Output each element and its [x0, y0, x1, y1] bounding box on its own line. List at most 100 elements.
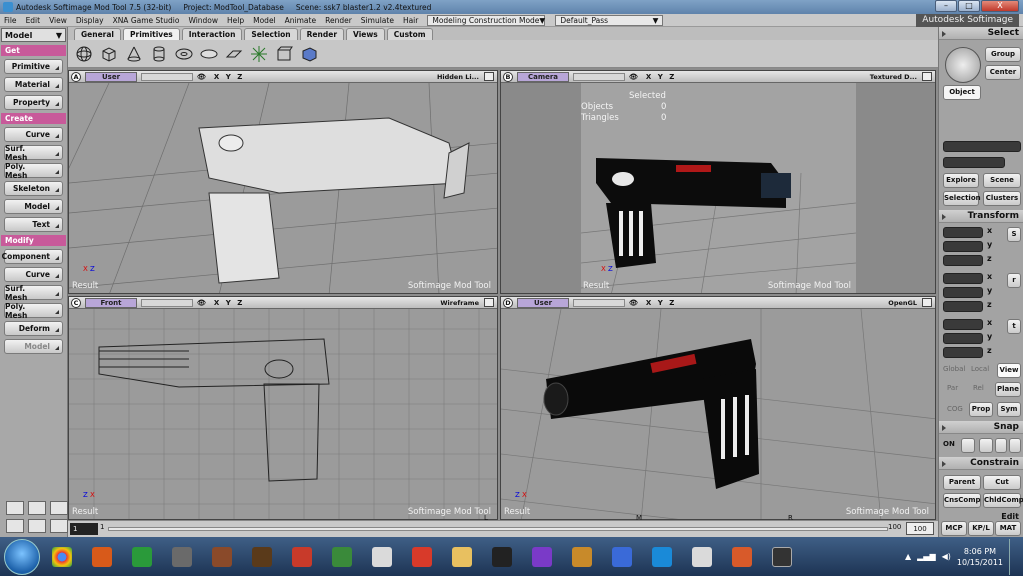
grid-icon[interactable]	[224, 44, 244, 64]
modify-poly-mesh-button[interactable]: Poly. Mesh	[4, 302, 63, 320]
rotate-x-field[interactable]	[943, 273, 983, 284]
app-icon[interactable]	[524, 542, 560, 572]
sym-button[interactable]: Sym	[997, 402, 1021, 417]
parent-button[interactable]: Parent	[943, 475, 981, 490]
volume-icon[interactable]: ◀)	[942, 552, 951, 561]
par-option[interactable]: Par	[947, 384, 958, 392]
mode-selector[interactable]: Model ▼	[1, 28, 66, 42]
start-frame-field[interactable]: 1	[70, 523, 98, 535]
layout-single-icon[interactable]	[6, 501, 24, 515]
menu-file[interactable]: File	[4, 16, 17, 25]
cut-button[interactable]: Cut	[983, 475, 1021, 490]
get-property-button[interactable]: Property	[4, 95, 63, 110]
show-desktop-button[interactable]	[1009, 538, 1019, 575]
axis-buttons[interactable]: X Y Z	[646, 73, 676, 81]
viewport-d-canvas[interactable]: Z X Result Softimage Mod Tool	[501, 308, 935, 519]
close-button[interactable]: X	[981, 0, 1019, 12]
chldcomp-button[interactable]: ChldComp	[983, 493, 1023, 508]
timeline[interactable]: 1 1 100 100 L M R	[68, 514, 938, 537]
cube-icon[interactable]	[99, 44, 119, 64]
app-icon[interactable]	[244, 542, 280, 572]
viewport-b-canvas[interactable]: Selected Objects 0 Triangles 0 X Z Result …	[501, 83, 935, 293]
object-filter-button[interactable]: Object	[943, 85, 981, 100]
translate-z-field[interactable]	[943, 347, 983, 358]
end-frame-field[interactable]: 100	[906, 522, 934, 535]
timeline-track[interactable]	[108, 527, 888, 531]
view-presets[interactable]	[141, 298, 193, 307]
translate-y-field[interactable]	[943, 333, 983, 344]
maximize-viewport-icon[interactable]	[922, 72, 932, 81]
app-icon[interactable]	[324, 542, 360, 572]
viewport-d[interactable]: D User 👁 X Y Z OpenGL Z X Result Softima…	[500, 296, 936, 520]
maximize-viewport-icon[interactable]	[484, 72, 494, 81]
null-icon[interactable]	[249, 44, 269, 64]
snap-header[interactable]: Snap	[939, 421, 1023, 434]
camera-dropdown[interactable]: User	[517, 297, 569, 308]
view-option[interactable]: View	[997, 363, 1021, 378]
app-icon[interactable]	[724, 542, 760, 572]
cnscomp-button[interactable]: CnsComp	[943, 493, 981, 508]
mat-tab[interactable]: MAT	[995, 521, 1021, 536]
construction-mode-dropdown[interactable]: Modeling Construction Mode ▼	[427, 14, 546, 26]
app-icon[interactable]	[284, 542, 320, 572]
eye-icon[interactable]: 👁	[629, 73, 638, 81]
snap-curve-icon[interactable]	[979, 438, 993, 453]
selection-button[interactable]: Selection	[943, 191, 981, 206]
tab-selection[interactable]: Selection	[244, 28, 298, 40]
disc-icon[interactable]	[199, 44, 219, 64]
torus-icon[interactable]	[174, 44, 194, 64]
maximize-button[interactable]: □	[958, 0, 980, 12]
scale-button[interactable]: S	[1007, 227, 1021, 242]
plane-button[interactable]: Plane	[995, 382, 1021, 397]
cone-icon[interactable]	[124, 44, 144, 64]
selection-field[interactable]	[943, 141, 1021, 152]
app-icon[interactable]	[684, 542, 720, 572]
transform-header[interactable]: Transform	[939, 210, 1023, 223]
maximize-viewport-icon[interactable]	[484, 298, 494, 307]
maximize-viewport-icon[interactable]	[922, 298, 932, 307]
create-poly-mesh-button[interactable]: Poly. Mesh	[4, 162, 63, 180]
snap-grid-icon[interactable]	[1009, 438, 1021, 453]
view-presets[interactable]	[573, 72, 625, 81]
menu-window[interactable]: Window	[188, 16, 218, 25]
pass-dropdown[interactable]: Default_Pass ▼	[555, 14, 664, 26]
create-skeleton-button[interactable]: Skeleton	[4, 181, 63, 196]
global-option[interactable]: Global	[943, 365, 965, 373]
display-mode[interactable]: Wireframe	[440, 299, 479, 307]
start-button[interactable]	[4, 538, 40, 575]
eye-icon[interactable]: 👁	[197, 299, 206, 307]
viewport-a-canvas[interactable]: X Z Result Softimage Mod Tool	[69, 82, 497, 293]
app-icon[interactable]	[364, 542, 400, 572]
camera-dropdown[interactable]: User	[85, 71, 137, 82]
chrome-icon[interactable]	[44, 542, 80, 572]
create-text-button[interactable]: Text	[4, 217, 63, 232]
get-primitive-button[interactable]: Primitive	[4, 59, 63, 74]
translate-button[interactable]: t	[1007, 319, 1021, 334]
kpl-tab[interactable]: KP/L	[968, 521, 994, 536]
layout-row-icon[interactable]	[6, 519, 24, 533]
menu-hair[interactable]: Hair	[403, 16, 418, 25]
layout-split-icon[interactable]	[28, 501, 46, 515]
app-icon[interactable]	[124, 542, 160, 572]
app-icon[interactable]	[164, 542, 200, 572]
snap-on-toggle[interactable]: ON	[943, 440, 955, 448]
menu-view[interactable]: View	[49, 16, 67, 25]
menu-xna[interactable]: XNA Game Studio	[113, 16, 180, 25]
app-icon[interactable]	[484, 542, 520, 572]
select-arrow-icon[interactable]	[945, 47, 981, 83]
viewport-c-canvas[interactable]: Z X Result Softimage Mod Tool	[69, 309, 497, 519]
softimage-taskbar-icon[interactable]	[764, 542, 800, 572]
viewport-b[interactable]: B Camera 👁 X Y Z Textured D... Selected …	[500, 70, 936, 294]
menu-help[interactable]: Help	[227, 16, 244, 25]
tab-render[interactable]: Render	[299, 28, 345, 40]
display-mode[interactable]: Textured D...	[870, 73, 917, 81]
minimize-button[interactable]: –	[935, 0, 957, 12]
tray-arrow-icon[interactable]: ▲	[905, 552, 911, 561]
menu-edit[interactable]: Edit	[26, 16, 41, 25]
view-presets[interactable]	[573, 298, 625, 307]
camera-dropdown[interactable]: Front	[85, 297, 137, 308]
menu-render[interactable]: Render	[325, 16, 352, 25]
eye-icon[interactable]: 👁	[197, 73, 206, 81]
rel-option[interactable]: Rel	[973, 384, 984, 392]
app-icon[interactable]	[564, 542, 600, 572]
